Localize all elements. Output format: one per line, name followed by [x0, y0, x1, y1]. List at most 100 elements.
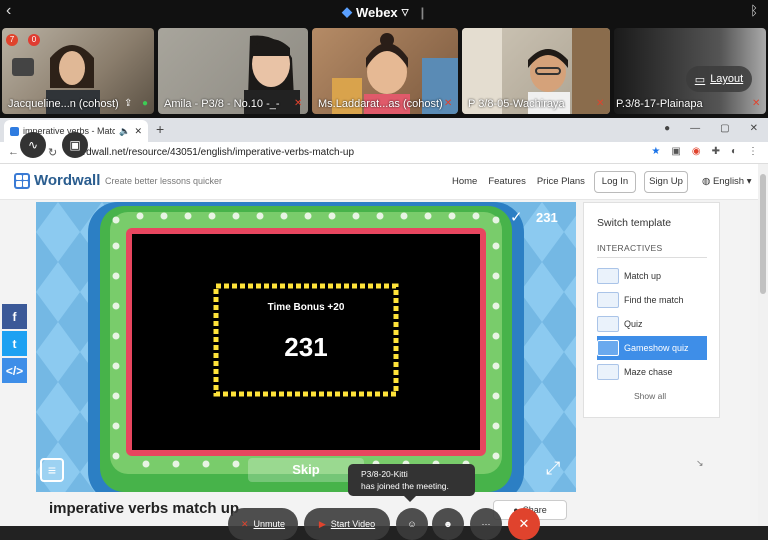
page-scrollbar[interactable]	[758, 164, 768, 540]
hamburger-icon: ≡	[47, 462, 57, 478]
maximize-icon[interactable]: ▢	[720, 123, 729, 134]
main-nav: Home Features Price Plans	[452, 176, 585, 187]
template-match-up[interactable]: Match up	[597, 264, 707, 288]
back-chevron-icon[interactable]: ‹	[6, 2, 11, 20]
template-label: Quiz	[624, 319, 643, 329]
webex-top-bar: ‹ ◆ Webex ▽ | ᛒ	[0, 0, 768, 24]
toast-participant-name: P3/8-20-Kitti	[361, 469, 408, 479]
close-tab-icon[interactable]: ✕	[134, 126, 142, 137]
extension-icon[interactable]: ▣	[671, 146, 680, 157]
tagline: Create better lessons quicker	[105, 176, 223, 186]
facebook-share-button[interactable]: f	[2, 304, 27, 329]
mic-muted-icon: ✕	[444, 98, 453, 109]
minimize-icon[interactable]: —	[690, 123, 700, 134]
browser-menu-icon[interactable]: ⋮	[748, 146, 758, 157]
chevron-down-icon: ▽	[401, 6, 409, 17]
maze-chase-icon	[597, 364, 619, 380]
time-bonus-text: Time Bonus +20	[267, 302, 345, 313]
mic-on-icon: ●	[142, 98, 149, 109]
participant-tile-2[interactable]: Amila - P3/8 - No.10 -_- ✕	[158, 28, 308, 114]
skip-label: Skip	[292, 462, 320, 477]
participant-name: P 3/8-05-Wachiraya	[468, 98, 565, 110]
unmute-button[interactable]: ✕ Unmute	[228, 508, 298, 540]
activity-title: imperative verbs match up	[49, 500, 240, 517]
find-the-match-icon	[597, 292, 619, 308]
toast-message: has joined the meeting.	[361, 481, 449, 491]
reload-icon[interactable]: ↻	[48, 146, 57, 159]
language-selector[interactable]: ◍ English ▾	[702, 176, 752, 187]
speaker-icon: 🔈	[119, 125, 131, 136]
leave-meeting-button[interactable]: ✕	[508, 508, 540, 540]
show-all-link[interactable]: Show all	[634, 391, 666, 401]
caret-down-icon: ▾	[746, 176, 752, 187]
participants-button[interactable]: ☺	[396, 508, 428, 540]
template-quiz[interactable]: Quiz	[597, 312, 707, 336]
nav-price-plans[interactable]: Price Plans	[537, 176, 585, 187]
participant-name: Amila - P3/8 - No.10 -_-	[164, 98, 280, 110]
template-label: Gameshow quiz	[624, 343, 689, 353]
tab-bar: imperative verbs - Match up 🔈 ✕ + ● — ▢ …	[0, 118, 768, 142]
more-icon: ···	[481, 519, 491, 529]
checkmark-icon: ✓	[510, 209, 523, 226]
template-find-the-match[interactable]: Find the match	[597, 288, 707, 312]
new-tab-icon[interactable]: +	[156, 121, 164, 137]
participant-tile-1[interactable]: 7 0 Jacqueline...n (cohost) ⇪ ●	[2, 28, 154, 114]
template-gameshow-quiz[interactable]: Gameshow quiz	[597, 336, 707, 360]
annotate-button[interactable]: ∿	[20, 132, 46, 158]
participants-icon: ☺	[407, 519, 417, 529]
wordwall-favicon-icon	[10, 126, 19, 136]
language-label: English	[712, 176, 745, 187]
menu-button[interactable]: ≡	[40, 458, 64, 482]
nav-features[interactable]: Features	[488, 176, 526, 187]
login-button[interactable]: Log In	[594, 171, 636, 193]
close-window-icon[interactable]: ✕	[750, 123, 758, 134]
participant-name: Jacqueline...n (cohost)	[8, 98, 119, 110]
fullscreen-icon[interactable]: ⤢	[546, 458, 560, 479]
window-controls: ● — ▢ ✕	[664, 123, 758, 134]
template-maze-chase[interactable]: Maze chase	[597, 360, 707, 384]
join-notification-toast: P3/8-20-Kitti has joined the meeting.	[348, 464, 475, 502]
back-arrow-icon[interactable]: ←	[8, 146, 19, 158]
gameshow-stage: ✓ 231 Time Bonus +20 231 ≡ Skip ⤢	[36, 202, 576, 492]
wordwall-logo-text: Wordwall	[34, 172, 101, 189]
layout-button[interactable]: ▭ Layout	[686, 66, 752, 92]
extension-icon-2[interactable]: ◉	[692, 146, 701, 157]
webex-shield-icon: ◆	[342, 4, 352, 19]
gameshow-quiz-icon	[597, 340, 619, 356]
signup-button[interactable]: Sign Up	[644, 171, 688, 193]
mic-muted-icon: ✕	[596, 98, 605, 109]
mic-muted-icon: ✕	[752, 98, 761, 109]
skip-button[interactable]: Skip	[248, 458, 364, 482]
quiz-icon	[597, 316, 619, 332]
webex-title[interactable]: ◆ Webex ▽ |	[342, 4, 424, 20]
url-field[interactable]: wordwall.net/resource/43051/english/impe…	[70, 145, 690, 161]
nav-home[interactable]: Home	[452, 176, 477, 187]
mic-muted-icon: ✕	[240, 518, 249, 529]
share-icon: ⇪	[124, 98, 133, 109]
bookmark-star-icon[interactable]: ★	[651, 146, 660, 157]
screen: ‹ ◆ Webex ▽ | ᛒ 7 0 Jacqueline...n (coho…	[0, 0, 768, 540]
unmute-label: Unmute	[253, 519, 286, 529]
webex-title-label: Webex	[356, 4, 398, 20]
participant-name: Ms.Laddarat...as (cohost)	[318, 98, 443, 110]
start-video-button[interactable]: ▶ Start Video	[304, 508, 390, 540]
puzzle-icon[interactable]: ✚	[712, 146, 720, 157]
panel-heading: Switch template	[597, 217, 672, 229]
notification-badge-zero: 0	[28, 34, 40, 46]
reactions-icon: ☻	[443, 519, 453, 529]
scrollbar-thumb[interactable]	[760, 174, 766, 294]
participant-tile-3[interactable]: Ms.Laddarat...as (cohost) ✕	[312, 28, 458, 114]
layout-label: Layout	[710, 73, 744, 85]
wordwall-logo[interactable]: Wordwall	[14, 172, 100, 189]
participant-tile-4[interactable]: P 3/8-05-Wachiraya ✕	[462, 28, 610, 114]
reactions-button[interactable]: ☻	[432, 508, 464, 540]
user-avatar-icon[interactable]: ◐	[731, 146, 737, 157]
twitter-share-button[interactable]: t	[2, 331, 27, 356]
layout-icon: ▭	[694, 73, 706, 86]
more-options-button[interactable]: ···	[470, 508, 502, 540]
notification-badge: 7	[6, 34, 18, 46]
embed-share-button[interactable]: </>	[2, 358, 27, 383]
match-up-icon	[597, 268, 619, 284]
share-screen-button[interactable]: ▣	[62, 132, 88, 158]
profile-icon[interactable]: ●	[664, 123, 670, 134]
